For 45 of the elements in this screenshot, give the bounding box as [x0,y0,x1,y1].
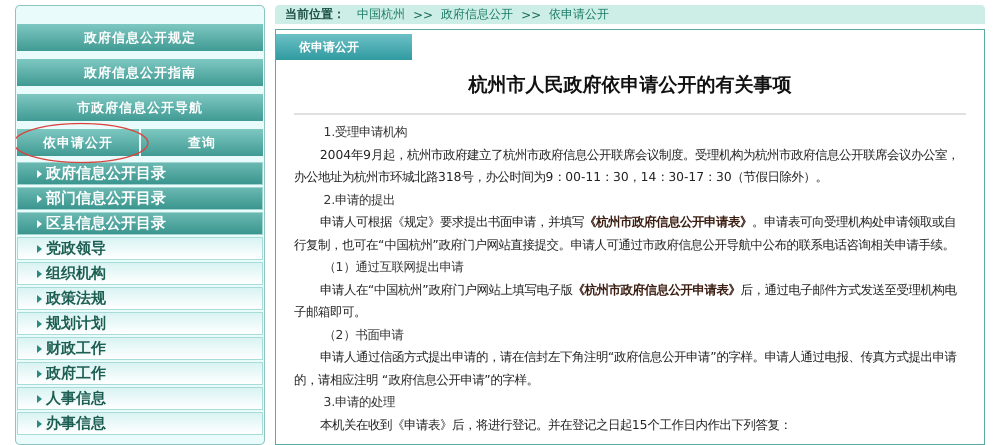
menu-item[interactable]: 规划计划 [17,312,263,335]
menu-item[interactable]: 人事信息 [17,387,263,410]
menu-item[interactable]: 部门信息公开目录 [17,187,263,210]
paragraph: 申请人在“中国杭州”政府门户网站上填写电子版《杭州市政府信息公开申请表》后，通过电子邮件方式发送至受理机构电子邮箱即可。 [294,282,958,321]
triangle-icon [37,344,42,352]
menu-item[interactable]: 财政工作 [17,337,263,360]
menu-item[interactable]: 党政领导 [17,237,263,260]
breadcrumb-label: 当前位置： [285,6,345,23]
triangle-icon [37,170,42,178]
breadcrumb-separator: >> [413,8,434,22]
paragraph: 2004年9月起，杭州市政府建立了杭州市政府信息公开联席会议制度。受理机构为杭州市政府信息公开联席会议办公室，办公地址为杭州市环城北路318号，办公时间为9：00-11：30，14：30-17：30（节假日除外）。 [294,146,960,186]
triangle-icon [37,244,42,252]
section-heading: 1.受理申请机构 [322,124,408,141]
triangle-icon [37,270,42,278]
breadcrumb-link[interactable]: 中国杭州 [357,6,405,23]
nav-button[interactable]: 市政府信息公开导航 [17,94,263,121]
triangle-icon [37,294,42,302]
paragraph: 本机关在收到《申请表》后，将进行登记。并在登记之日起15个工作日内作出下列答复： [318,416,792,434]
triangle-icon [37,420,42,428]
paragraph: 申请人通过信函方式提出申请的，请在信封左下角注明“政府信息公开申请”的字样。申请人通过电报、传真方式提出申请的，请相应注明 “政府信息公开申请”的字样。 [294,349,958,388]
nav-button[interactable]: 政府信息公开指南 [17,59,263,86]
triangle-icon [37,220,42,228]
triangle-icon [37,370,42,378]
tab[interactable]: 查询 [141,129,263,156]
paragraph: 申请人可根据《规定》要求提出书面申请，并填写《杭州市政府信息公开申请表》。申请表可向受理机构处申请领取或自行复制，也可在“中国杭州”政府门户网站直接提交。申请人可通过市政府信息公开导航中公布的联系电话咨询相关申请手续。 [294,214,957,254]
section-heading: （2）书面申请 [322,326,404,344]
menu-item[interactable]: 区县信息公开目录 [17,212,263,235]
breadcrumb-separator: >> [521,8,542,22]
section-heading: 2.申请的提出 [322,192,396,208]
breadcrumb-link[interactable]: 政府信息公开 [441,6,514,23]
menu-item[interactable]: 政府信息公开目录 [17,162,263,185]
breadcrumb-link[interactable]: 依申请公开 [549,6,610,23]
menu-item[interactable]: 政策法规 [17,287,263,310]
menu-item[interactable]: 政府工作 [17,362,263,385]
triangle-icon [37,194,42,202]
tab[interactable]: 依申请公开 [17,129,139,156]
menu-item[interactable]: 办事信息 [17,412,263,435]
menu-item[interactable]: 组织机构 [17,262,263,285]
tab[interactable]: 依申请公开 [276,34,412,60]
nav-button[interactable]: 政府信息公开规定 [17,24,263,51]
section-heading: 3.申请的处理 [322,394,396,411]
page-title: 杭州市人民政府依申请公开的有关事项 [467,73,792,98]
triangle-icon [37,320,42,328]
triangle-icon [37,394,42,402]
section-heading: （1）通过互联网提出申请 [322,259,464,276]
